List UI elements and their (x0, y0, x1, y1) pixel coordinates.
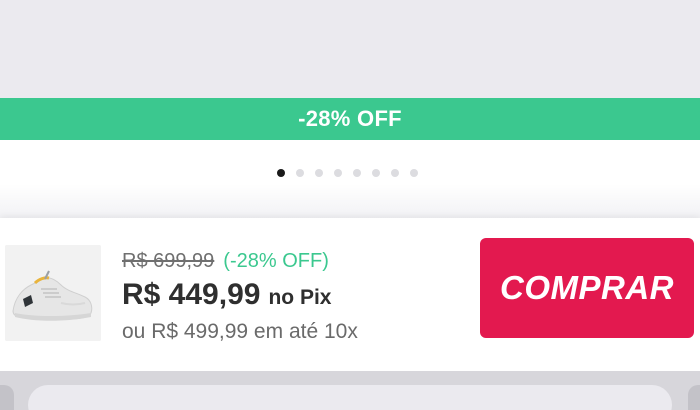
product-thumbnail[interactable] (5, 245, 101, 341)
bottom-right-edge (688, 385, 700, 410)
carousel-dot[interactable] (315, 169, 323, 177)
carousel-dots (277, 169, 418, 177)
buy-button-label: COMPRAR (500, 269, 674, 306)
sneaker-icon (5, 245, 101, 341)
buy-bar: R$ 699,99 (-28% OFF) R$ 449,99 no Pix ou… (0, 218, 700, 371)
discount-percent: (-28% OFF) (223, 249, 329, 272)
carousel-dot[interactable] (410, 169, 418, 177)
carousel-dot[interactable] (391, 169, 399, 177)
pix-price-line: R$ 449,99 no Pix (122, 278, 358, 312)
carousel-indicator-area (0, 140, 700, 220)
old-price: R$ 699,99 (122, 249, 215, 272)
carousel-dot[interactable] (353, 169, 361, 177)
discount-banner-label: -28% OFF (298, 106, 402, 131)
price-block: R$ 699,99 (-28% OFF) R$ 449,99 no Pix ou… (122, 248, 358, 344)
product-image-area (0, 0, 700, 98)
discount-banner: -28% OFF (0, 98, 700, 140)
pix-suffix: no Pix (268, 286, 332, 309)
carousel-dot[interactable] (277, 169, 285, 177)
carousel-dot[interactable] (372, 169, 380, 177)
buy-button[interactable]: COMPRAR (480, 238, 694, 338)
installments-text: ou R$ 499,99 em até 10x (122, 320, 358, 343)
carousel-dot[interactable] (334, 169, 342, 177)
bottom-nav-card[interactable] (28, 385, 672, 410)
pix-price: R$ 449,99 (122, 278, 261, 311)
old-price-line: R$ 699,99 (-28% OFF) (122, 248, 358, 274)
bottom-left-edge (0, 385, 14, 410)
product-page: -28% OFF R$ 699,99 (-28% OFF) R$ 449,99 … (0, 0, 700, 410)
carousel-dot[interactable] (296, 169, 304, 177)
